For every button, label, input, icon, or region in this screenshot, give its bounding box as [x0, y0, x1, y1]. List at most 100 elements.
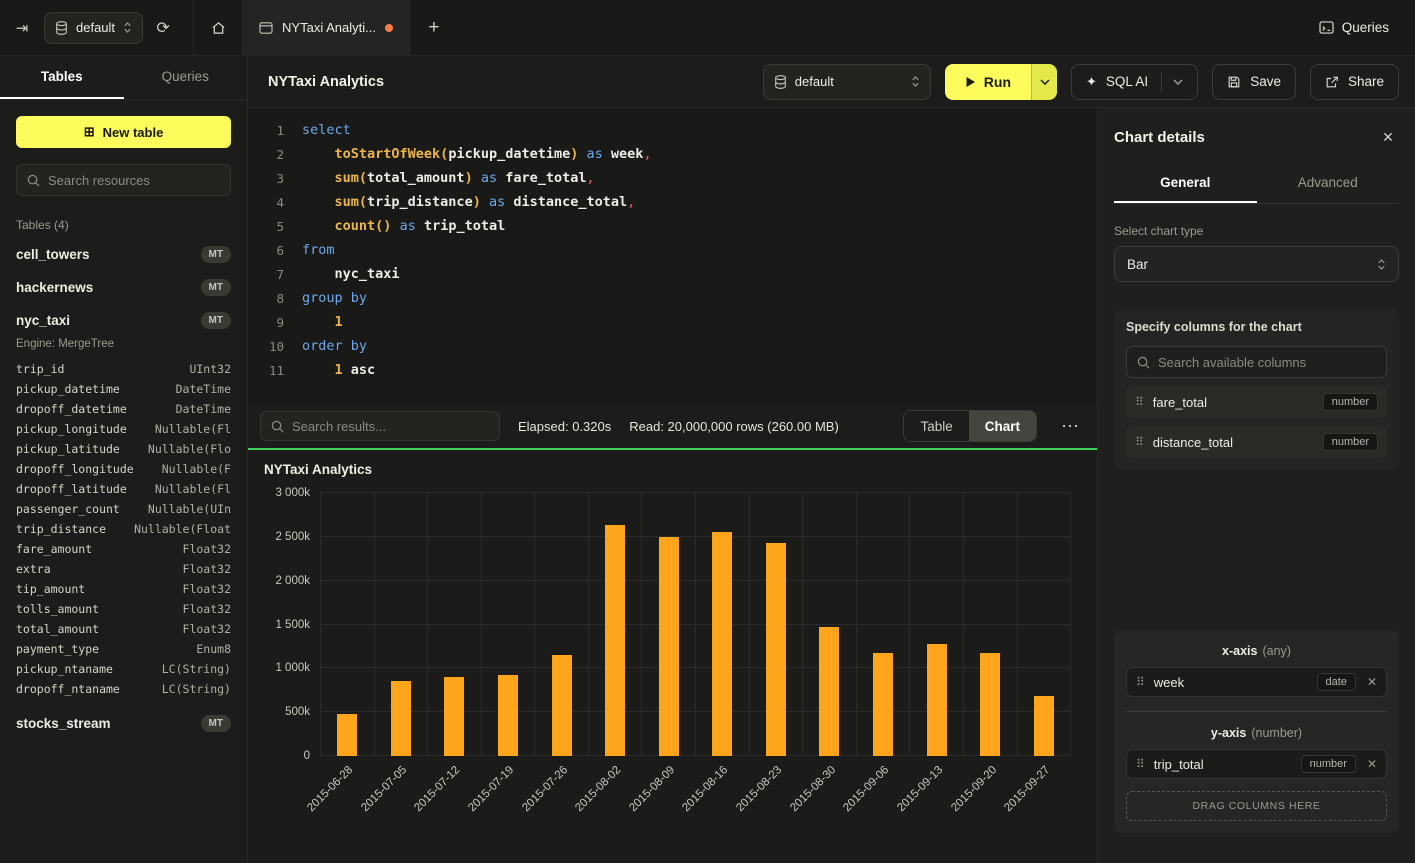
- collapse-sidebar-icon[interactable]: ⇥: [0, 0, 44, 56]
- updown-chevron-icon: [1377, 258, 1386, 271]
- x-axis-label: x-axis: [1222, 644, 1257, 658]
- column-row[interactable]: total_amountFloat32: [16, 619, 231, 639]
- bar-2015-08-02[interactable]: [605, 525, 625, 756]
- queries-button[interactable]: Queries: [1319, 20, 1389, 35]
- table-item-nyc_taxi[interactable]: nyc_taxiMT: [16, 304, 231, 337]
- available-column-fare_total[interactable]: ⠿fare_totalnumber: [1126, 386, 1387, 418]
- tab-general[interactable]: General: [1114, 164, 1257, 203]
- column-row[interactable]: dropoff_latitudeNullable(Fl: [16, 479, 231, 499]
- drag-handle-icon[interactable]: ⠿: [1136, 675, 1145, 689]
- remove-icon[interactable]: ✕: [1367, 675, 1377, 689]
- column-row[interactable]: dropoff_longitudeNullable(F: [16, 459, 231, 479]
- sidebar-tab-tables[interactable]: Tables: [0, 56, 124, 99]
- axis-item-week[interactable]: ⠿weekdate✕: [1126, 667, 1387, 697]
- share-button[interactable]: Share: [1310, 64, 1399, 100]
- plot-column: [856, 493, 910, 756]
- results-search-input[interactable]: [292, 419, 489, 434]
- unsaved-changes-dot: [385, 24, 393, 32]
- type-badge: number: [1301, 755, 1356, 773]
- sidebar-tab-queries[interactable]: Queries: [124, 56, 248, 99]
- table-engine: Engine: MergeTree: [16, 338, 231, 350]
- table-item-stocks_stream[interactable]: stocks_streamMT: [16, 707, 231, 740]
- column-row[interactable]: pickup_latitudeNullable(Flo: [16, 439, 231, 459]
- bar-2015-09-13[interactable]: [927, 644, 947, 756]
- run-options-chevron[interactable]: [1031, 64, 1057, 100]
- column-row[interactable]: trip_idUInt32: [16, 359, 231, 379]
- table-item-hackernews[interactable]: hackernewsMT: [16, 271, 231, 304]
- column-type: Nullable(UIn: [148, 502, 231, 516]
- code-line: 7 nyc_taxi: [248, 262, 1097, 286]
- code-line: 6from: [248, 238, 1097, 262]
- column-row[interactable]: trip_distanceNullable(Float: [16, 519, 231, 539]
- available-column-distance_total[interactable]: ⠿distance_totalnumber: [1126, 426, 1387, 458]
- column-type: LC(String): [162, 662, 231, 676]
- column-row[interactable]: extraFloat32: [16, 559, 231, 579]
- view-tab-table[interactable]: Table: [904, 411, 968, 441]
- search-icon: [271, 420, 284, 433]
- resources-search: [16, 164, 231, 196]
- database-icon: [774, 75, 787, 89]
- more-options-icon[interactable]: ⋯: [1055, 411, 1085, 441]
- view-tab-chart[interactable]: Chart: [969, 411, 1036, 441]
- chevron-down-icon[interactable]: [1173, 79, 1183, 85]
- database-select-value: default: [76, 20, 115, 35]
- y-axis-items: ⠿trip_totalnumber✕: [1126, 749, 1387, 779]
- columns-card-title: Specify columns for the chart: [1126, 320, 1387, 334]
- column-type: Enum8: [196, 642, 231, 656]
- save-button[interactable]: Save: [1212, 64, 1296, 100]
- bar-2015-07-12[interactable]: [444, 677, 464, 756]
- column-row[interactable]: pickup_longitudeNullable(Fl: [16, 419, 231, 439]
- bar-2015-07-05[interactable]: [391, 681, 411, 756]
- column-row[interactable]: dropoff_ntanameLC(String): [16, 679, 231, 699]
- y-tick-label: 1 500k: [275, 619, 310, 631]
- code-text: 1: [302, 314, 343, 330]
- divider: [1161, 72, 1162, 92]
- query-tab-nytaxi[interactable]: NYTaxi Analyti...: [243, 0, 410, 56]
- database-icon: [55, 21, 68, 35]
- plot-column: [641, 493, 695, 756]
- column-row[interactable]: dropoff_datetimeDateTime: [16, 399, 231, 419]
- bar-2015-08-09[interactable]: [659, 537, 679, 756]
- home-icon[interactable]: [193, 0, 243, 56]
- axis-item-trip_total[interactable]: ⠿trip_totalnumber✕: [1126, 749, 1387, 779]
- header-database-select[interactable]: default: [763, 64, 931, 100]
- refresh-icon[interactable]: ⟳: [143, 0, 183, 56]
- bar-2015-08-23[interactable]: [766, 543, 786, 756]
- column-row[interactable]: payment_typeEnum8: [16, 639, 231, 659]
- bar-2015-09-27[interactable]: [1034, 696, 1054, 756]
- drag-handle-icon[interactable]: ⠿: [1135, 395, 1144, 409]
- table-item-cell_towers[interactable]: cell_towersMT: [16, 238, 231, 271]
- bar-2015-09-20[interactable]: [980, 653, 1000, 756]
- new-tab-icon[interactable]: +: [410, 0, 458, 56]
- resources-search-input[interactable]: [48, 173, 220, 188]
- bar-2015-09-06[interactable]: [873, 653, 893, 756]
- bar-2015-06-28[interactable]: [337, 714, 357, 756]
- queries-icon: [1319, 21, 1334, 34]
- column-row[interactable]: tip_amountFloat32: [16, 579, 231, 599]
- close-icon[interactable]: ✕: [1377, 126, 1399, 148]
- bar-2015-07-19[interactable]: [498, 675, 518, 756]
- sql-editor[interactable]: 1select2 toStartOfWeek(pickup_datetime) …: [248, 108, 1097, 404]
- column-row[interactable]: tolls_amountFloat32: [16, 599, 231, 619]
- new-table-button[interactable]: ⊞ New table: [16, 116, 231, 148]
- chart-type-select[interactable]: Bar: [1114, 246, 1399, 282]
- column-row[interactable]: pickup_datetimeDateTime: [16, 379, 231, 399]
- bar-2015-07-26[interactable]: [552, 655, 572, 756]
- column-row[interactable]: passenger_countNullable(UIn: [16, 499, 231, 519]
- bar-2015-08-16[interactable]: [712, 532, 732, 756]
- drop-zone[interactable]: DRAG COLUMNS HERE: [1126, 791, 1387, 821]
- run-button[interactable]: Run: [945, 64, 1031, 100]
- bar-2015-08-30[interactable]: [819, 627, 839, 756]
- tab-advanced[interactable]: Advanced: [1257, 164, 1400, 203]
- sql-ai-button[interactable]: ✦ SQL AI: [1071, 64, 1198, 100]
- drag-handle-icon[interactable]: ⠿: [1135, 435, 1144, 449]
- drag-handle-icon[interactable]: ⠿: [1136, 757, 1145, 771]
- plot-area: [320, 493, 1071, 756]
- remove-icon[interactable]: ✕: [1367, 757, 1377, 771]
- topbar-database-select[interactable]: default: [44, 12, 143, 44]
- column-type: Float32: [183, 582, 231, 596]
- column-row[interactable]: pickup_ntanameLC(String): [16, 659, 231, 679]
- columns-search-input[interactable]: [1158, 355, 1376, 370]
- code-text: from: [302, 242, 335, 258]
- column-row[interactable]: fare_amountFloat32: [16, 539, 231, 559]
